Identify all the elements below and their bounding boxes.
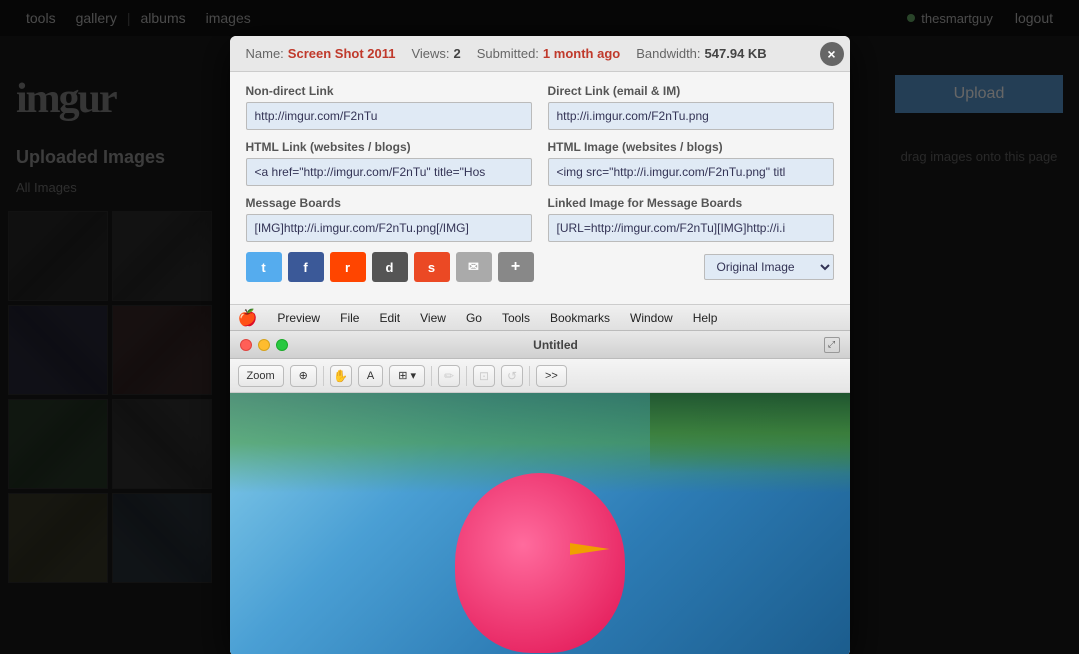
views-value: 2 (454, 46, 461, 61)
mac-titlebar: Untitled ⤢ (230, 331, 850, 359)
linked-image-input[interactable] (548, 214, 834, 242)
menu-tools[interactable]: Tools (494, 311, 538, 325)
more-button[interactable]: + (498, 252, 534, 282)
modal-header: Name: Screen Shot 2011 Views: 2 Submitte… (230, 36, 850, 72)
non-direct-link-group: Non-direct Link (246, 84, 532, 130)
zoom-out-button[interactable]: Zoom (238, 365, 284, 387)
linked-image-label: Linked Image for Message Boards (548, 196, 834, 210)
mac-maximize-button[interactable] (276, 339, 288, 351)
menu-bookmarks[interactable]: Bookmarks (542, 311, 618, 325)
html-link-group: HTML Link (websites / blogs) (246, 140, 532, 186)
html-image-group: HTML Image (websites / blogs) (548, 140, 834, 186)
overlay: × Name: Screen Shot 2011 Views: 2 Submit… (0, 0, 1079, 654)
toolbar-sep3 (466, 366, 467, 386)
html-link-label: HTML Link (websites / blogs) (246, 140, 532, 154)
reddit-button[interactable]: r (330, 252, 366, 282)
twitter-button[interactable]: t (246, 252, 282, 282)
mac-toolbar: Zoom ⊕ ✋ A ⊞ ▾ ✏ ⊡ ↺ >> (230, 359, 850, 393)
bg-trees-right (650, 393, 850, 473)
submitted-label: Submitted: (477, 46, 539, 61)
text-tool[interactable]: A (358, 365, 383, 387)
modal-image-container: 🍎 Preview File Edit View Go Tools Bookma… (230, 304, 850, 654)
pencil-tool[interactable]: ✏ (438, 365, 460, 387)
submitted-value: 1 month ago (543, 46, 620, 61)
html-link-input[interactable] (246, 158, 532, 186)
linked-image-group: Linked Image for Message Boards (548, 196, 834, 242)
more-icon: + (511, 258, 520, 276)
twitter-icon: t (261, 260, 265, 275)
direct-input[interactable] (548, 102, 834, 130)
toolbar-sep4 (529, 366, 530, 386)
bandwidth-value: 547.94 KB (705, 46, 767, 61)
mac-menubar: 🍎 Preview File Edit View Go Tools Bookma… (230, 305, 850, 331)
modal-views: Views: 2 (411, 46, 460, 61)
facebook-button[interactable]: f (288, 252, 324, 282)
modal-name: Name: Screen Shot 2011 (246, 46, 396, 61)
facebook-icon: f (303, 260, 307, 275)
mac-minimize-button[interactable] (258, 339, 270, 351)
menu-go[interactable]: Go (458, 311, 490, 325)
toolbar-sep2 (431, 366, 432, 386)
mac-expand-button[interactable]: ⤢ (824, 337, 840, 353)
html-image-label: HTML Image (websites / blogs) (548, 140, 834, 154)
stumble-icon: s (428, 260, 435, 275)
modal: × Name: Screen Shot 2011 Views: 2 Submit… (230, 36, 850, 654)
apple-icon: 🍎 (238, 308, 258, 328)
crop-tool[interactable]: ⊡ (473, 365, 495, 387)
direct-link-group: Direct Link (email & IM) (548, 84, 834, 130)
link-section-row2: HTML Link (websites / blogs) HTML Image … (246, 140, 834, 186)
name-value: Screen Shot 2011 (288, 46, 396, 61)
email-icon: ✉ (468, 259, 479, 275)
name-label: Name: (246, 46, 284, 61)
toolbar-sep1 (323, 366, 324, 386)
menu-window[interactable]: Window (622, 311, 681, 325)
mac-window: 🍎 Preview File Edit View Go Tools Bookma… (230, 305, 850, 393)
menu-file[interactable]: File (332, 311, 367, 325)
mac-window-title: Untitled (294, 338, 818, 352)
digg-button[interactable]: d (372, 252, 408, 282)
modal-bandwidth: Bandwidth: 547.94 KB (636, 46, 766, 61)
link-section-row3: Message Boards Linked Image for Message … (246, 196, 834, 242)
pan-tool[interactable]: ✋ (330, 365, 352, 387)
rotate-tool[interactable]: ↺ (501, 365, 523, 387)
size-select[interactable]: Original Image Small Square Large Thumbn… (704, 254, 834, 280)
message-boards-input[interactable] (246, 214, 532, 242)
message-boards-label: Message Boards (246, 196, 532, 210)
link-section-row1: Non-direct Link Direct Link (email & IM) (246, 84, 834, 130)
direct-label: Direct Link (email & IM) (548, 84, 834, 98)
toolbar-more[interactable]: >> (536, 365, 567, 387)
mac-close-button[interactable] (240, 339, 252, 351)
email-button[interactable]: ✉ (456, 252, 492, 282)
html-image-input[interactable] (548, 158, 834, 186)
zoom-in-button[interactable]: ⊕ (290, 365, 317, 387)
social-bar: t f r d s ✉ + (246, 252, 834, 282)
menu-help[interactable]: Help (685, 311, 726, 325)
modal-body: Non-direct Link Direct Link (email & IM)… (230, 72, 850, 304)
menu-preview[interactable]: Preview (269, 311, 328, 325)
bird-body (455, 473, 625, 653)
menu-edit[interactable]: Edit (371, 311, 408, 325)
message-boards-group: Message Boards (246, 196, 532, 242)
bandwidth-label: Bandwidth: (636, 46, 700, 61)
views-label: Views: (411, 46, 449, 61)
modal-submitted: Submitted: 1 month ago (477, 46, 620, 61)
menu-view[interactable]: View (412, 311, 454, 325)
non-direct-input[interactable] (246, 102, 532, 130)
non-direct-label: Non-direct Link (246, 84, 532, 98)
image-preview (230, 393, 850, 654)
digg-icon: d (386, 260, 394, 275)
modal-close-button[interactable]: × (820, 42, 844, 66)
reddit-icon: r (345, 260, 350, 275)
size-tool[interactable]: ⊞ ▾ (389, 365, 425, 387)
stumbleupon-button[interactable]: s (414, 252, 450, 282)
